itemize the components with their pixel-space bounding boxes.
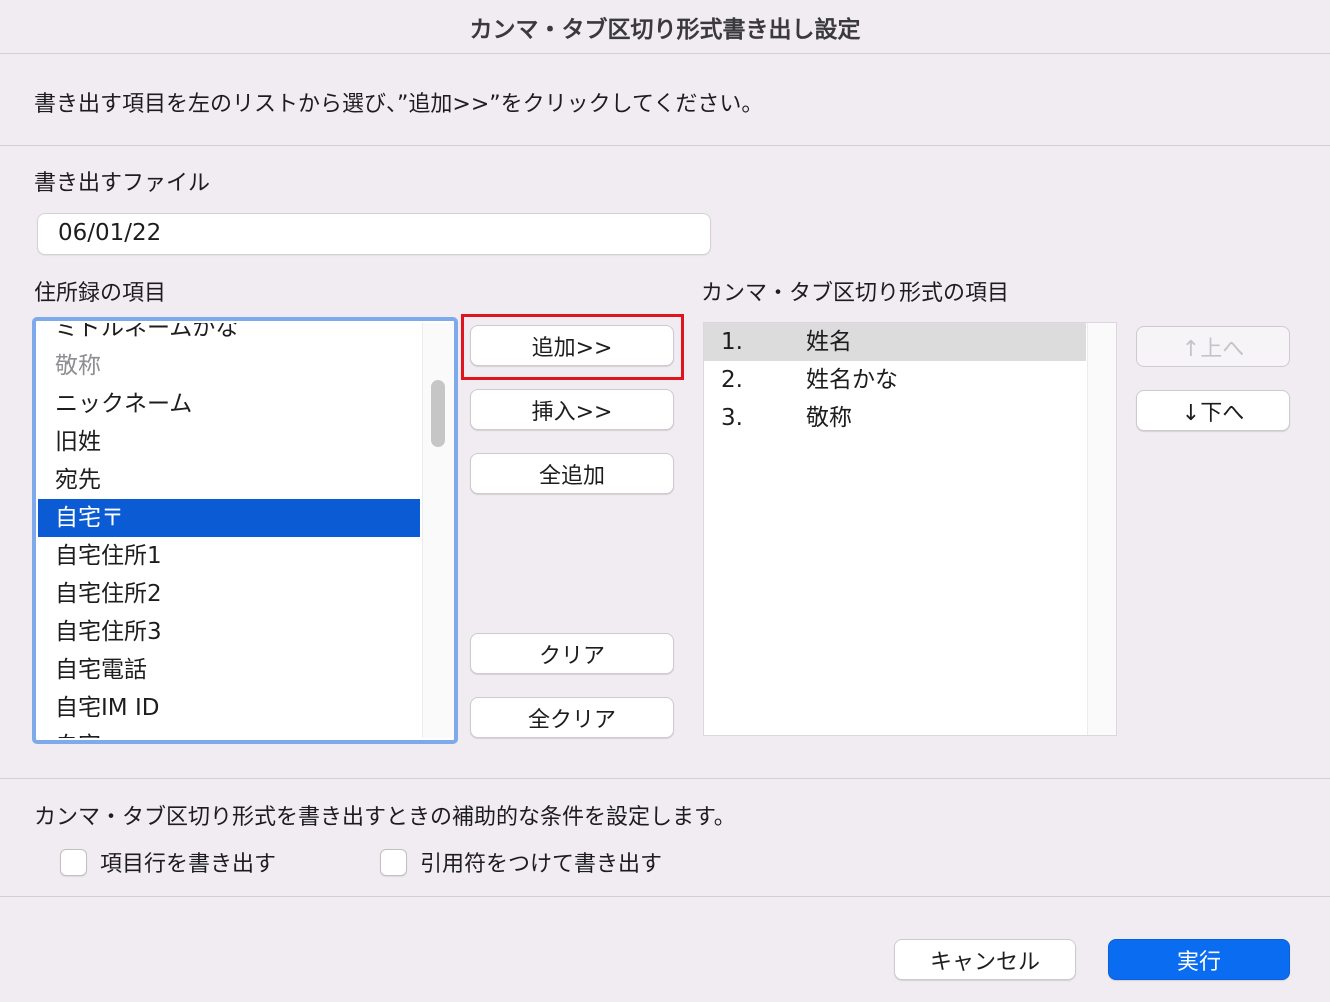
list-item[interactable]: 自宅住所3 [38, 613, 420, 651]
row-name: 姓名 [806, 329, 852, 355]
list-item[interactable]: ミドルネームかな [38, 323, 420, 347]
clear-button[interactable]: クリア [470, 633, 674, 674]
divider [0, 896, 1330, 897]
add-all-button[interactable]: 全追加 [470, 453, 674, 494]
options-description: カンマ・タブ区切り形式を書き出すときの補助的な条件を設定します。 [34, 805, 736, 830]
run-button[interactable]: 実行 [1108, 939, 1290, 980]
instruction-text: 書き出す項目を左のリストから選び、”追加>>”をクリックしてください。 [34, 92, 764, 117]
list-item[interactable]: 自宅 [38, 727, 420, 738]
target-list-row[interactable]: 1. 姓名 [704, 323, 1086, 361]
file-name-field[interactable]: 06/01/22 [37, 213, 711, 255]
target-list-row[interactable]: 2. 姓名かな [704, 361, 1086, 399]
move-down-button[interactable]: ↓下へ [1136, 390, 1290, 431]
row-number: 1. [721, 329, 743, 355]
list-item[interactable]: 自宅IM ID [38, 689, 420, 727]
divider [0, 778, 1330, 779]
row-name: 敬称 [806, 405, 852, 431]
cancel-button[interactable]: キャンセル [894, 939, 1076, 980]
list-item[interactable]: 敬称 [38, 347, 420, 385]
header-row-option[interactable]: 項目行を書き出す [60, 846, 276, 878]
divider [0, 145, 1330, 146]
list-item[interactable]: 自宅住所2 [38, 575, 420, 613]
source-list[interactable]: ミドルネームかな 敬称 ニックネーム 旧姓 宛先 自宅〒 自宅住所1 自宅住所2… [32, 317, 458, 744]
list-item[interactable]: 旧姓 [38, 423, 420, 461]
window-title: カンマ・タブ区切り形式書き出し設定 [0, 0, 1330, 54]
row-name: 姓名かな [806, 367, 898, 393]
quote-label: 引用符をつけて書き出す [420, 852, 663, 877]
target-list[interactable]: 1. 姓名 2. 姓名かな 3. 敬称 [703, 322, 1117, 736]
quote-checkbox[interactable] [380, 848, 407, 876]
target-list-scrollbar[interactable] [1087, 323, 1116, 735]
highlight-annotation [461, 314, 684, 380]
file-label: 書き出すファイル [34, 171, 211, 196]
target-list-row[interactable]: 3. 敬称 [704, 399, 1086, 437]
header-row-checkbox[interactable] [60, 848, 87, 876]
list-item[interactable]: 自宅住所1 [38, 537, 420, 575]
header-row-label: 項目行を書き出す [100, 852, 277, 877]
quote-option[interactable]: 引用符をつけて書き出す [380, 846, 662, 878]
row-number: 2. [721, 367, 743, 393]
list-item[interactable]: 宛先 [38, 461, 420, 499]
list-item[interactable]: ニックネーム [38, 385, 420, 423]
list-item-selected[interactable]: 自宅〒 [38, 499, 420, 537]
scrollbar-thumb[interactable] [431, 380, 445, 447]
target-list-label: カンマ・タブ区切り形式の項目 [701, 281, 1010, 306]
source-list-scrollbar[interactable] [422, 323, 454, 738]
move-up-button[interactable]: ↑上へ [1136, 326, 1290, 367]
list-item[interactable]: 自宅電話 [38, 651, 420, 689]
insert-button[interactable]: 挿入>> [470, 389, 674, 430]
source-list-label: 住所録の項目 [34, 281, 167, 306]
row-number: 3. [721, 405, 743, 431]
clear-all-button[interactable]: 全クリア [470, 697, 674, 738]
